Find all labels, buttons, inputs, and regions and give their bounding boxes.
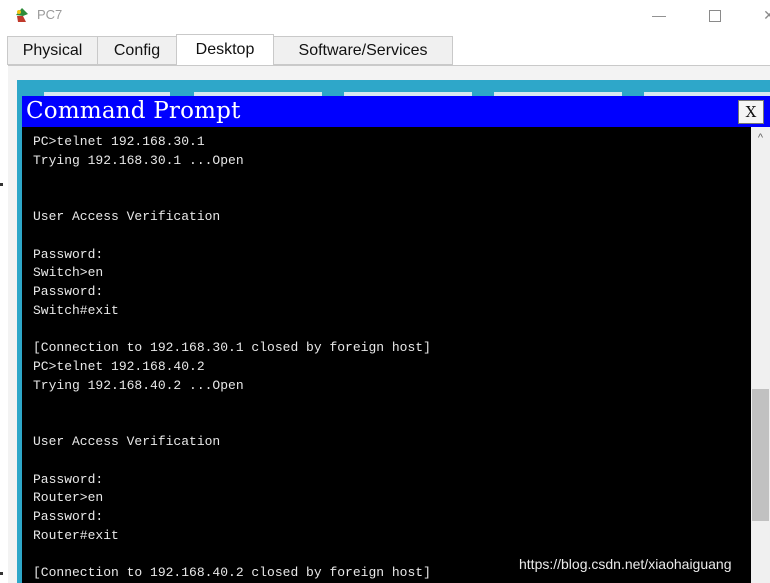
terminal-line: Password: (33, 509, 104, 524)
scroll-up-icon[interactable]: ^ (751, 132, 770, 146)
terminal-line: Switch#exit (33, 302, 119, 318)
terminal-line: PC>telnet 192.168.40.2 (33, 359, 205, 374)
packet-tracer-pc-icon (16, 8, 28, 22)
terminal-line: User Access Verification (33, 434, 221, 449)
terminal-line: PC>telnet 192.168.30.1 (33, 134, 205, 149)
maximize-icon (709, 10, 721, 23)
terminal-line: Trying 192.168.40.2 ...Open (33, 377, 244, 393)
terminal-line: Switch>en (33, 265, 104, 281)
terminal-line: Password: (33, 471, 104, 487)
terminal-line: [Connection to 192.168.30.1 closed by fo… (33, 340, 431, 356)
close-window-button[interactable]: ✕ (754, 4, 770, 26)
edge-mark (0, 183, 3, 186)
command-prompt-window: Command Prompt X PC>telnet 192.168.30.1 T… (22, 96, 770, 583)
close-icon: ✕ (763, 7, 770, 23)
terminal-line: User Access Verification (33, 209, 221, 224)
terminal-line: Password: (33, 284, 104, 299)
edge-mark (0, 572, 3, 575)
tab-desktop[interactable]: Desktop (176, 34, 274, 66)
command-prompt-close-button[interactable]: X (738, 100, 764, 124)
terminal-line: Trying 192.168.30.1 ...Open (33, 152, 244, 168)
minimize-button[interactable]: — (644, 4, 674, 26)
terminal-line: Router#exit (33, 527, 119, 543)
command-prompt-titlebar: Command Prompt X (22, 96, 770, 127)
tab-software-services[interactable]: Software/Services (273, 36, 453, 65)
command-prompt-title: Command Prompt (26, 98, 241, 124)
maximize-button[interactable] (700, 4, 730, 26)
terminal-line: Router>en (33, 490, 104, 506)
tab-physical[interactable]: Physical (7, 36, 98, 65)
scrollbar-thumb[interactable] (752, 389, 769, 521)
watermark-text: https://blog.csdn.net/xiaohaiguang (519, 556, 732, 572)
tab-config[interactable]: Config (97, 36, 177, 65)
window-titlebar: PC7 — ✕ (0, 0, 770, 30)
terminal-output[interactable]: PC>telnet 192.168.30.1 Trying 192.168.30.… (33, 133, 748, 583)
terminal-scrollbar[interactable]: ^ (751, 127, 770, 583)
minimize-icon: — (652, 7, 666, 23)
window-title: PC7 (37, 7, 63, 22)
terminal-line: Password: (33, 246, 104, 262)
